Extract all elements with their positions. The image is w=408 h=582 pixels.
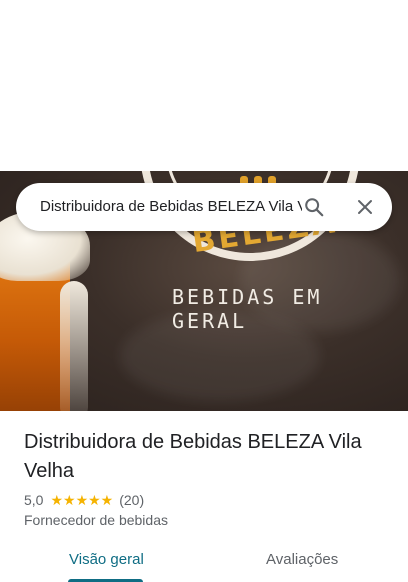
clear-search-button[interactable]: [347, 189, 383, 225]
close-icon: [358, 200, 372, 214]
place-category[interactable]: Fornecedor de bebidas: [24, 512, 168, 528]
place-tabs: Visão geral Avaliações: [0, 540, 408, 582]
tab-reviews[interactable]: Avaliações: [266, 540, 338, 582]
search-input[interactable]: Distribuidora de Bebidas BELEZA Vila Vel…: [40, 183, 302, 231]
rating-value: 5,0: [24, 492, 44, 508]
place-title: Distribuidora de Bebidas BELEZA Vila Vel…: [24, 431, 362, 482]
search-button[interactable]: [296, 189, 332, 225]
search-bar[interactable]: Distribuidora de Bebidas BELEZA Vila Vel…: [16, 183, 392, 231]
review-count[interactable]: (20): [119, 492, 144, 508]
search-icon: [305, 198, 324, 217]
tab-overview[interactable]: Visão geral: [69, 540, 144, 582]
logo-subtext: BEBIDAS EM GERAL: [172, 285, 323, 333]
rating-row[interactable]: 5,0 ★★★★★ (20): [24, 491, 144, 509]
rating-stars-icon: ★★★★★: [50, 491, 114, 508]
beer-foam-drip-image: [60, 281, 88, 411]
